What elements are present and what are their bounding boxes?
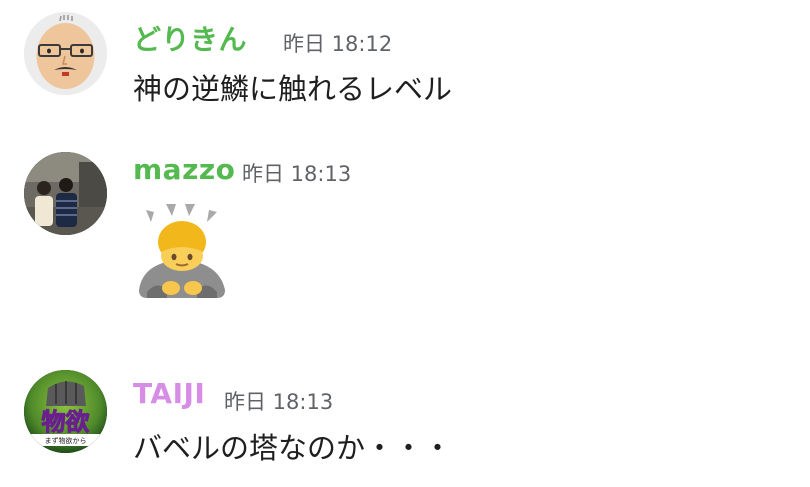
avatar-big-text: 物欲 xyxy=(42,408,90,436)
message-author[interactable]: mazzo xyxy=(133,153,235,186)
message-text: バベルの塔なのか・・・ xyxy=(133,431,453,465)
message-author[interactable]: TAIJI xyxy=(133,377,205,410)
message-author[interactable]: どりきん xyxy=(133,18,247,58)
chat-message: どりきん 昨日 18:12 神の逆鱗に触れるレベル xyxy=(0,0,810,120)
chat-message: mazzo 昨日 18:13 xyxy=(0,140,810,320)
avatar[interactable] xyxy=(24,152,107,235)
chat-message-list: どりきん 昨日 18:12 神の逆鱗に触れるレベル mazzo 昨日 18:13… xyxy=(0,0,810,487)
avatar[interactable]: まず物欲から 物欲 xyxy=(24,370,107,453)
two-people-photo-avatar-icon xyxy=(24,152,107,235)
chat-message: まず物欲から 物欲 TAIJI 昨日 18:13 バベルの塔なのか・・・ xyxy=(0,360,810,487)
message-timestamp: 昨日 18:13 xyxy=(224,390,334,414)
message-timestamp: 昨日 18:13 xyxy=(242,162,352,186)
avatar[interactable] xyxy=(24,12,107,95)
avatar-small-text: まず物欲から xyxy=(45,436,87,445)
message-timestamp: 昨日 18:12 xyxy=(283,32,393,56)
bald-glasses-man-avatar-icon xyxy=(24,12,107,95)
message-text: 神の逆鱗に触れるレベル xyxy=(133,72,453,106)
fist-logo-avatar-icon: まず物欲から 物欲 xyxy=(24,370,107,453)
person-bowing-emoji xyxy=(133,202,231,302)
